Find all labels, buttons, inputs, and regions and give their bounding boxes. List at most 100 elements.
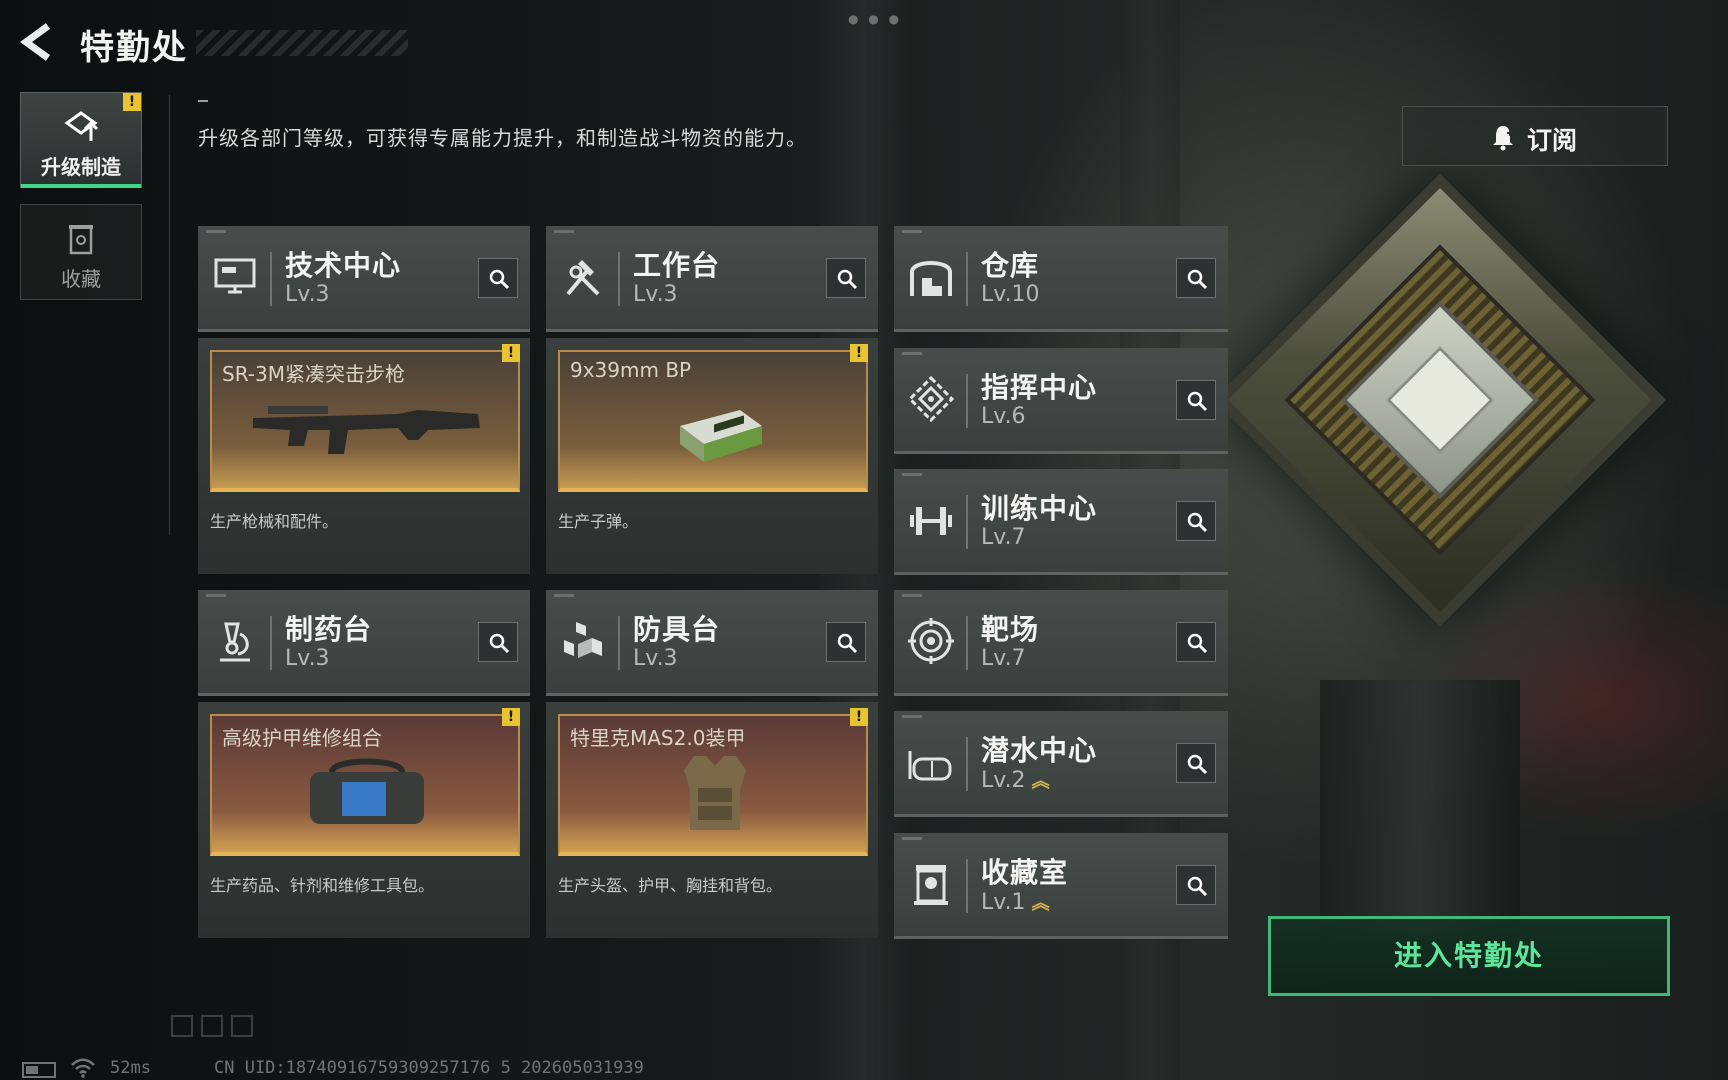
- command-icon: [907, 375, 955, 423]
- trophy-case-icon: [914, 865, 948, 905]
- enter-special-ops-button[interactable]: 进入特勤处: [1268, 916, 1670, 996]
- facility-name: 指挥中心: [981, 371, 1098, 404]
- production-description: 生产枪械和配件。: [210, 512, 339, 531]
- dumbbell-icon: [910, 507, 952, 535]
- search-button[interactable]: [1176, 743, 1216, 783]
- facility-name: 靶场: [981, 613, 1040, 646]
- facility-level: Lv.7: [981, 646, 1026, 671]
- level-text: Lv.2: [981, 768, 1026, 793]
- search-button[interactable]: [1176, 501, 1216, 541]
- facility-card-tech-center[interactable]: 技术中心 Lv.3: [198, 226, 530, 332]
- facility-card-warehouse[interactable]: 仓库 Lv.10: [894, 226, 1228, 332]
- nav-tab-label: 收藏: [61, 267, 101, 291]
- facility-level: Lv.1 ︽: [981, 889, 1050, 915]
- production-card-medical: 高级护甲维修组合 ! 生产药品、针剂和维修工具包。: [198, 702, 530, 938]
- collection-icon: [69, 225, 93, 255]
- facility-name: 技术中心: [285, 249, 402, 282]
- facility-name: 防具台: [633, 613, 721, 646]
- search-icon: [1187, 269, 1208, 290]
- search-button[interactable]: [1176, 380, 1216, 420]
- warehouse-icon: [910, 261, 952, 296]
- top-handle: ● ● ●: [848, 12, 903, 26]
- facility-level: Lv.6: [981, 404, 1026, 429]
- production-description: 生产头盔、护甲、胸挂和背包。: [558, 876, 783, 895]
- production-slot[interactable]: 9x39mm BP: [558, 350, 868, 492]
- cube-pedestal: [1320, 680, 1520, 940]
- page-description: 升级各部门等级，可获得专属能力提升，和制造战斗物资的能力。: [198, 126, 807, 150]
- ping-readout: 52ms: [110, 1058, 151, 1078]
- nav-tab-label: 升级制造: [41, 155, 121, 179]
- facility-level: Lv.2 ︽: [981, 767, 1050, 793]
- page-title: 特勤处: [80, 28, 188, 68]
- facility-name: 制药台: [285, 613, 373, 646]
- search-icon: [1187, 391, 1208, 412]
- production-slot[interactable]: SR-3M紧凑突击步枪: [210, 350, 520, 492]
- subscribe-label: 订阅: [1527, 126, 1578, 155]
- upgrade-available-icon: ︽: [1031, 893, 1050, 914]
- repair-kit-image: [310, 758, 424, 824]
- production-item-name: 9x39mm BP: [570, 358, 692, 382]
- back-arrow-icon: [20, 23, 51, 61]
- title-decoration: [196, 30, 408, 56]
- battery-icon: [22, 1062, 56, 1078]
- uid-readout: CN UID:18740916759309257176 5 2026050319…: [214, 1058, 644, 1078]
- facility-card-armor-bench[interactable]: 防具台 Lv.3: [546, 590, 878, 696]
- search-icon: [1187, 876, 1208, 897]
- search-button[interactable]: [1176, 865, 1216, 905]
- search-icon: [837, 633, 858, 654]
- facility-card-workbench[interactable]: 工作台 Lv.3: [546, 226, 878, 332]
- rifle-image: [253, 406, 480, 454]
- search-button[interactable]: [826, 622, 866, 662]
- production-card-weapons: SR-3M紧凑突击步枪 ! 生产枪械和配件。: [198, 338, 530, 574]
- ammo-box-image: [680, 410, 762, 462]
- armor-blocks-icon: [564, 622, 602, 658]
- subscribe-button[interactable]: 订阅: [1402, 106, 1668, 166]
- facility-card-pharmacy[interactable]: 制药台 Lv.3: [198, 590, 530, 696]
- search-button[interactable]: [1176, 258, 1216, 298]
- facility-cube-art: [1210, 170, 1670, 630]
- production-slot[interactable]: 高级护甲维修组合: [210, 714, 520, 856]
- search-icon: [1187, 754, 1208, 775]
- facility-card-diving-center[interactable]: 潜水中心 Lv.2 ︽: [894, 711, 1228, 817]
- production-slot[interactable]: 特里克MAS2.0装甲: [558, 714, 868, 856]
- facility-name: 仓库: [981, 249, 1040, 282]
- search-icon: [489, 633, 510, 654]
- facility-card-collection-room[interactable]: 收藏室 Lv.1 ︽: [894, 833, 1228, 939]
- computer-icon: [214, 258, 256, 294]
- bell-icon: [1493, 126, 1513, 151]
- hammer-wrench-icon: [566, 260, 600, 296]
- back-button[interactable]: [18, 20, 58, 64]
- wifi-icon: [71, 1058, 95, 1078]
- nav-tab-upgrade[interactable]: 升级制造 !: [20, 92, 142, 188]
- facility-card-command-center[interactable]: 指挥中心 Lv.6: [894, 348, 1228, 454]
- upgrade-available-icon: ︽: [1031, 771, 1050, 792]
- production-item-name: SR-3M紧凑突击步枪: [222, 362, 405, 386]
- facility-name: 收藏室: [981, 856, 1069, 889]
- search-button[interactable]: [478, 622, 518, 662]
- notification-badge: !: [850, 708, 868, 726]
- facility-level: Lv.3: [285, 646, 330, 671]
- facility-name: 潜水中心: [981, 734, 1098, 767]
- enter-button-label: 进入特勤处: [1393, 939, 1544, 972]
- facility-level: Lv.3: [633, 282, 678, 307]
- microscope-icon: [220, 622, 250, 662]
- search-button[interactable]: [826, 258, 866, 298]
- facility-card-training-center[interactable]: 训练中心 Lv.7: [894, 469, 1228, 575]
- facility-level: Lv.3: [633, 646, 678, 671]
- production-item-name: 特里克MAS2.0装甲: [570, 726, 746, 750]
- facility-name: 工作台: [633, 249, 721, 282]
- facility-level: Lv.3: [285, 282, 330, 307]
- body-armor-image: [684, 756, 746, 830]
- production-card-ammo: 9x39mm BP ! 生产子弹。: [546, 338, 878, 574]
- facility-level: Lv.7: [981, 525, 1026, 550]
- search-icon: [1187, 512, 1208, 533]
- search-icon: [837, 269, 858, 290]
- search-button[interactable]: [1176, 622, 1216, 662]
- upgrade-icon: [64, 111, 99, 141]
- search-button[interactable]: [478, 258, 518, 298]
- search-icon: [1187, 633, 1208, 654]
- facility-card-shooting-range[interactable]: 靶场 Lv.7: [894, 590, 1228, 696]
- divider: [198, 100, 208, 102]
- diving-mask-icon: [908, 751, 952, 781]
- nav-tab-collection[interactable]: 收藏: [20, 204, 142, 300]
